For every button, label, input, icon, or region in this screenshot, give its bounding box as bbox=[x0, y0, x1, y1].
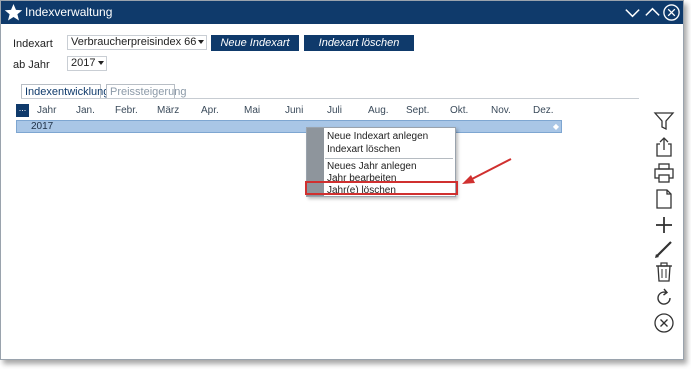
highlight-box bbox=[305, 181, 458, 195]
menu-item-new-indexart[interactable]: Neue Indexart anlegen bbox=[327, 131, 428, 142]
col-header-juni: Juni bbox=[285, 105, 304, 116]
export-icon[interactable] bbox=[653, 136, 675, 158]
ab-jahr-label: ab Jahr bbox=[13, 59, 50, 71]
menu-item-new-year[interactable]: Neues Jahr anlegen bbox=[327, 161, 417, 172]
tab-divider bbox=[21, 98, 639, 99]
document-icon[interactable] bbox=[653, 188, 675, 210]
title-bar: Indexverwaltung bbox=[1, 1, 683, 24]
filter-icon[interactable] bbox=[653, 110, 675, 132]
col-header-nov: Nov. bbox=[491, 105, 511, 116]
col-header-jahr: Jahr bbox=[37, 105, 57, 116]
chevron-up-icon[interactable] bbox=[643, 3, 662, 22]
indexart-label: Indexart bbox=[13, 38, 53, 50]
indexart-select[interactable]: Verbraucherpreisindex 66 bbox=[67, 35, 207, 50]
close-icon[interactable] bbox=[653, 312, 675, 334]
row-end-marker-icon: ◆ bbox=[552, 122, 559, 131]
col-header-febr: Febr. bbox=[115, 105, 138, 116]
refresh-icon[interactable] bbox=[653, 287, 675, 309]
col-header-jan: Jan. bbox=[76, 105, 95, 116]
delete-icon[interactable] bbox=[653, 261, 675, 283]
menu-separator bbox=[325, 158, 453, 159]
print-icon[interactable] bbox=[653, 162, 675, 184]
dropdown-arrow-icon bbox=[198, 40, 204, 44]
close-window-icon[interactable] bbox=[662, 3, 681, 22]
ab-jahr-select[interactable]: 2017 bbox=[67, 56, 107, 71]
dropdown-arrow-icon bbox=[98, 61, 104, 65]
star-icon bbox=[4, 3, 23, 21]
action-sidebar bbox=[646, 24, 683, 359]
menu-item-delete-indexart[interactable]: Indexart löschen bbox=[327, 144, 400, 155]
col-header-mai: Mai bbox=[244, 105, 261, 116]
chevron-down-icon[interactable] bbox=[623, 3, 642, 22]
col-header-juli: Juli bbox=[327, 105, 343, 116]
indexart-value: Verbraucherpreisindex 66 bbox=[71, 36, 197, 48]
window-title: Indexverwaltung bbox=[25, 5, 113, 19]
tab-indexentwicklung[interactable]: Indexentwicklung bbox=[21, 84, 109, 99]
add-icon[interactable] bbox=[653, 214, 675, 236]
tab-preissteigerung[interactable]: Preissteigerung bbox=[106, 84, 186, 99]
col-header-maerz: März bbox=[157, 105, 180, 116]
edit-icon[interactable] bbox=[653, 238, 675, 260]
col-header-apr: Apr. bbox=[201, 105, 219, 116]
main-content: Indexart Verbraucherpreisindex 66 Neue I… bbox=[1, 24, 683, 359]
new-indexart-button[interactable]: Neue Indexart bbox=[211, 35, 299, 51]
table-row[interactable]: 2017 ◆ bbox=[16, 120, 562, 133]
row-jahr-cell: 2017 bbox=[31, 121, 54, 132]
table-menu-button[interactable]: ... bbox=[16, 104, 29, 117]
col-header-aug: Aug. bbox=[368, 105, 389, 116]
col-header-dez: Dez. bbox=[533, 105, 554, 116]
delete-indexart-button[interactable]: Indexart löschen bbox=[304, 35, 414, 51]
ab-jahr-value: 2017 bbox=[71, 57, 96, 69]
index-management-window: Indexverwaltung Indexart Verbraucherprei… bbox=[0, 0, 684, 360]
col-header-sept: Sept. bbox=[406, 105, 430, 116]
col-header-okt: Okt. bbox=[450, 105, 469, 116]
annotation-arrow-icon bbox=[462, 158, 512, 184]
